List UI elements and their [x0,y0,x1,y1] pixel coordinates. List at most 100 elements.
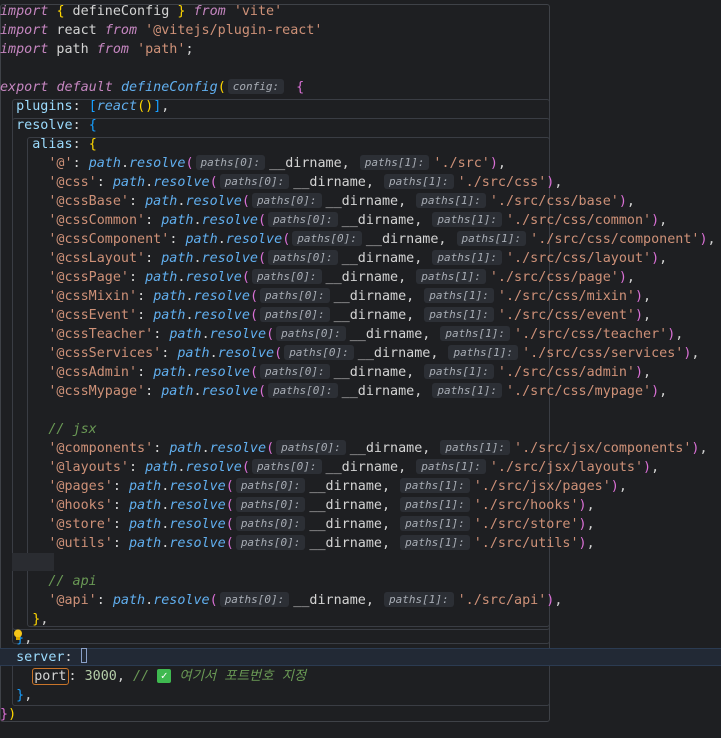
code-token: , [618,479,627,494]
string-literal: './src/jsx/layouts' [489,460,644,475]
code-token: resolve [153,593,210,608]
code-line[interactable]: server: [0,648,716,667]
code-line[interactable]: resolve: { [0,116,716,135]
code-editor[interactable]: import { defineConfig } from 'vite' impor… [0,2,716,724]
code-token: path [169,441,202,456]
code-line[interactable]: '@cssMypage': path.resolve(paths[0]: __di… [0,382,716,401]
string-literal: './src/css/teacher' [514,327,668,342]
lightbulb-icon[interactable] [11,628,25,642]
code-token: ( [225,517,234,532]
code-line[interactable] [0,401,716,420]
code-token: __dirname, [349,327,439,342]
string-literal: 'path' [137,42,186,57]
code-line[interactable]: plugins: [react()], [0,97,716,116]
code-line[interactable]: export default defineConfig(config: { [0,78,716,97]
string-literal: './src/hooks' [473,498,579,513]
code-line[interactable]: port: 3000, // ✓ 여기서 포트번호 지정 [0,667,716,686]
code-token: , [643,365,652,380]
code-line[interactable]: import { defineConfig } from 'vite' [0,2,716,21]
code-line[interactable]: '@cssCommon': path.resolve(paths[0]: __di… [0,211,716,230]
inlay-hint: paths[1]: [359,155,430,170]
inlay-hint: paths[1]: [400,497,470,512]
code-line[interactable]: '@utils': path.resolve(paths[0]: __dirnam… [0,534,716,553]
inlay-hint: paths[1]: [383,174,454,189]
code-line[interactable]: '@cssEvent': path.resolve(paths[0]: __dir… [0,306,716,325]
code-token: resolve [185,270,242,285]
code-line[interactable]: alias: { [0,135,716,154]
code-token: ( [225,498,234,513]
code-token: ( [249,365,258,380]
code-line[interactable]: }, [0,629,716,648]
code-token: path [145,460,178,475]
code-token: __dirname, [325,270,415,285]
code-line[interactable]: import path from 'path'; [0,40,716,59]
inlay-hint: paths[0]: [260,288,330,303]
code-line[interactable]: }, [0,686,716,705]
code-token: path [153,289,186,304]
inlay-hint: paths[0]: [276,326,346,341]
string-literal: './src/utils' [473,536,579,551]
inlay-hint: paths[1]: [432,212,502,227]
code-token: : [96,175,113,190]
code-token: : [145,384,162,399]
string-literal: '@cssMypage' [48,384,146,399]
code-line[interactable]: '@cssPage': path.resolve(paths[0]: __dirn… [0,268,716,287]
code-line[interactable]: // jsx [0,420,716,439]
code-token: resolve [209,441,267,456]
code-line[interactable]: '@': path.resolve(paths[0]: __dirname, pa… [0,154,716,173]
code-line[interactable] [0,59,716,78]
code-token: resolve [185,194,242,209]
string-literal: '@cssBase' [48,194,129,209]
inlay-hint: paths[0]: [235,516,306,531]
code-line[interactable]: '@css': path.resolve(paths[0]: __dirname,… [0,173,716,192]
inlay-hint: paths[1]: [456,231,527,246]
code-token: ( [241,460,250,475]
code-line[interactable]: '@api': path.resolve(paths[0]: __dirname,… [0,591,716,610]
code-token: path [153,308,186,323]
code-line[interactable]: '@cssServices': path.resolve(paths[0]: __… [0,344,716,363]
code-token: . [185,365,194,380]
code-line[interactable]: import react from '@vitejs/plugin-react' [0,21,716,40]
text-cursor[interactable] [80,648,87,663]
inlay-hint: paths[1]: [424,288,494,303]
code-line[interactable] [0,553,716,572]
code-token: resolve [209,327,267,342]
code-token: , [691,346,700,361]
code-line[interactable]: '@cssMixin': path.resolve(paths[0]: __dir… [0,287,716,306]
code-token: : [169,232,186,247]
code-token: server [16,650,65,665]
code-line[interactable]: '@components': path.resolve(paths[0]: __d… [0,439,716,458]
code-token: ( [241,194,250,209]
inlay-hint: paths[0]: [219,592,290,607]
code-comment: // jsx [48,422,97,437]
code-line[interactable]: }) [0,705,716,724]
code-token: path [161,384,194,399]
code-token: resolve [225,232,283,247]
code-token: , [24,631,33,646]
code-line[interactable]: }, [0,610,716,629]
code-line[interactable]: '@cssComponent': path.resolve(paths[0]: _… [0,230,716,249]
code-line[interactable]: // api [0,572,716,591]
code-token: , [659,213,668,228]
code-line[interactable]: '@layouts': path.resolve(paths[0]: __dirn… [0,458,716,477]
inlay-hint: paths[0]: [292,231,362,246]
code-line[interactable]: '@pages': path.resolve(paths[0]: __dirnam… [0,477,716,496]
code-line[interactable]: '@cssTeacher': path.resolve(paths[0]: __d… [0,325,716,344]
code-line[interactable]: '@store': path.resolve(paths[0]: __dirnam… [0,515,716,534]
code-line[interactable]: '@cssLayout': path.resolve(paths[0]: __di… [0,249,716,268]
code-line[interactable]: '@cssAdmin': path.resolve(paths[0]: __dir… [0,363,716,382]
code-line[interactable]: '@hooks': path.resolve(paths[0]: __dirnam… [0,496,716,515]
string-literal: '@api' [48,593,97,608]
inlay-hint: paths[1]: [416,193,486,208]
code-token: { [88,118,97,133]
code-token: , [554,593,563,608]
code-token: , [586,517,595,532]
code-line[interactable]: '@cssBase': path.resolve(paths[0]: __dirn… [0,192,716,211]
